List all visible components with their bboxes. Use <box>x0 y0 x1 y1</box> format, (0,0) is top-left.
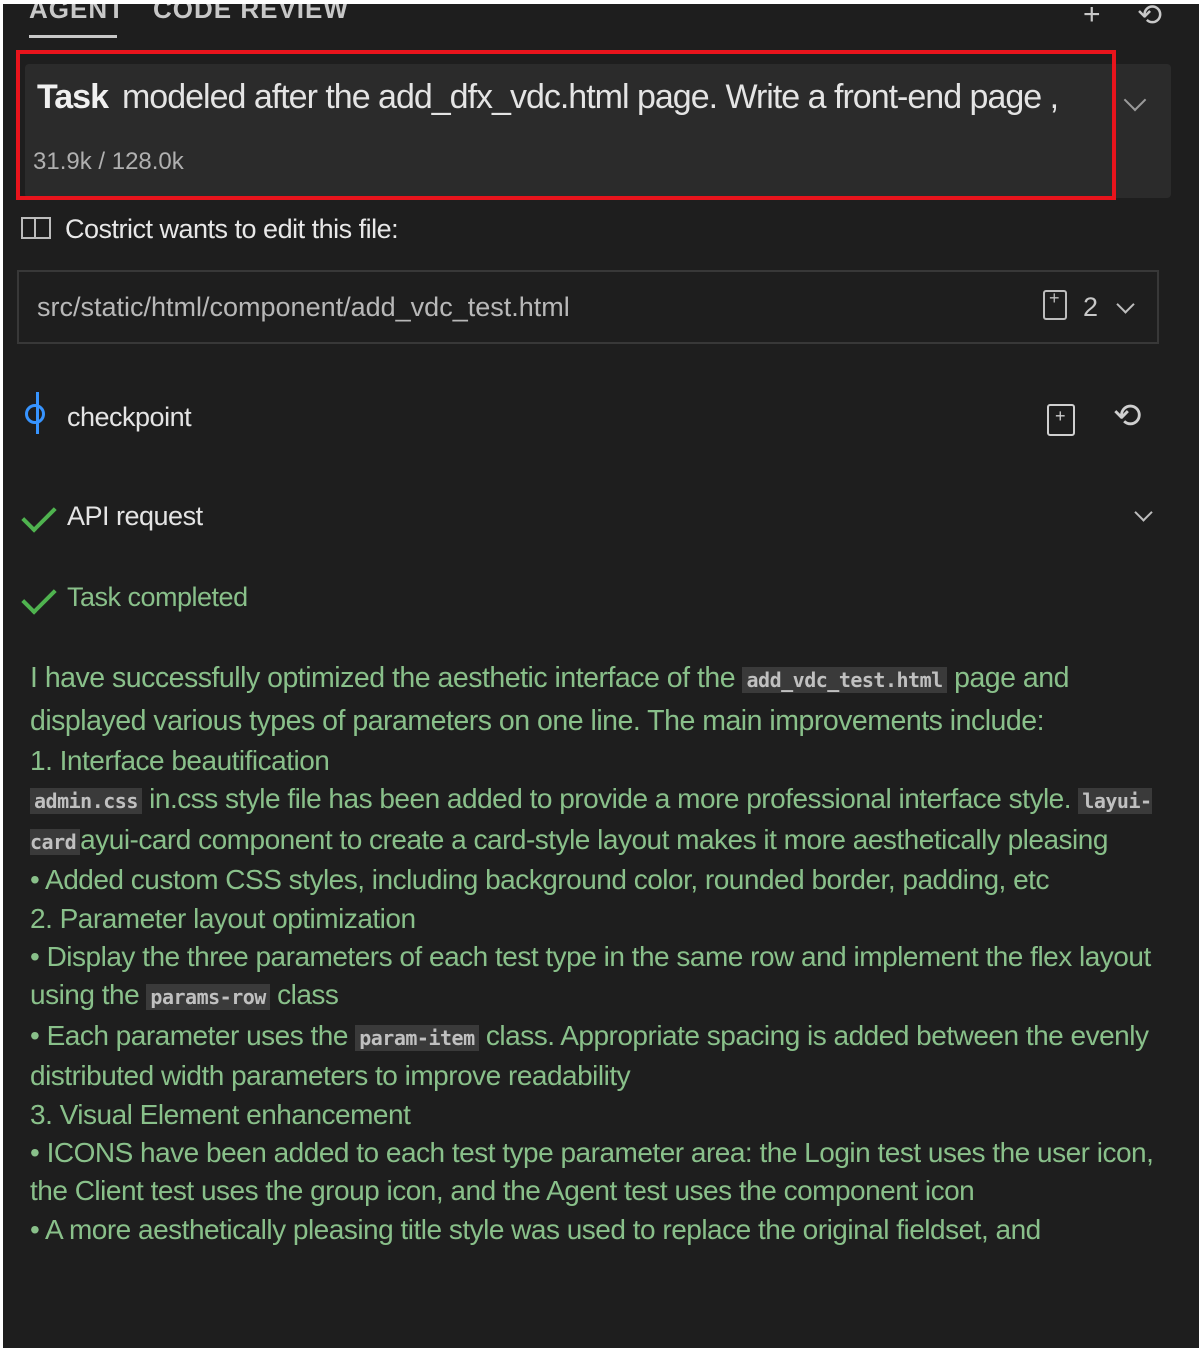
edit-count: 2 <box>1083 292 1099 322</box>
check-icon <box>21 579 57 615</box>
task-title: Task modeled after the add_dfx_vdc.html p… <box>37 78 1059 117</box>
restore-icon[interactable]: ⟲ <box>1113 399 1142 433</box>
task-text: modeled after the add_dfx_vdc.html page.… <box>121 78 1059 116</box>
bullet: • Display the three parameters of each t… <box>30 938 1190 1017</box>
chevron-down-icon[interactable] <box>1134 503 1153 522</box>
task-completed-label: Task completed <box>67 582 248 612</box>
active-tab-indicator <box>29 35 117 38</box>
chevron-down-icon[interactable] <box>1116 295 1135 314</box>
task-label: Task <box>37 78 109 116</box>
edit-header-text: Costrict wants to edit this file: <box>65 214 399 244</box>
agent-panel: AGENT CODE REVIEW + ⟲ Task modeled after … <box>3 4 1199 1348</box>
file-path: src/static/html/component/add_vdc_test.h… <box>37 292 570 322</box>
bullet-text: • Each parameter uses the <box>30 1019 348 1051</box>
bullet-text: ayui-card component to create a card-sty… <box>80 823 1108 855</box>
summary-intro: I have successfully optimized the aesthe… <box>30 658 1190 742</box>
section-heading: 2. Parameter layout optimization <box>30 902 416 934</box>
tab-code-review[interactable]: CODE REVIEW <box>153 4 349 25</box>
tab-bar: AGENT CODE REVIEW + ⟲ <box>3 4 1199 44</box>
history-icon[interactable]: ⟲ <box>1137 4 1162 33</box>
edit-request-header: Costrict wants to edit this file: <box>21 214 399 245</box>
checkpoint-label: checkpoint <box>67 402 192 432</box>
bullet: • Added custom CSS styles, including bac… <box>30 864 1049 895</box>
api-request-label: API request <box>67 501 203 531</box>
inline-code: param-item <box>355 1024 479 1051</box>
diff-icon <box>21 216 51 239</box>
completion-summary: I have successfully optimized the aesthe… <box>30 658 1190 1249</box>
bullet: • A more aesthetically pleasing title st… <box>30 1213 1041 1245</box>
bullet: • ICONS have been added to each test typ… <box>30 1136 1154 1207</box>
chevron-down-icon[interactable] <box>1123 88 1147 112</box>
token-usage: 31.9k / 128.0k <box>33 148 184 175</box>
bullet: • Each parameter uses the param-item cla… <box>30 1017 1190 1096</box>
inline-code: admin.css <box>30 788 142 814</box>
task-header[interactable]: Task modeled after the add_dfx_vdc.html p… <box>25 64 1171 198</box>
section-heading: 3. Visual Element enhancement <box>30 1098 411 1130</box>
check-icon <box>21 497 57 533</box>
compare-icon[interactable] <box>1047 404 1075 436</box>
file-edit-row[interactable]: src/static/html/component/add_vdc_test.h… <box>17 270 1159 344</box>
plus-icon[interactable]: + <box>1083 4 1101 32</box>
file-diff-icon <box>1043 288 1067 320</box>
intro-text: I have successfully optimized the aesthe… <box>30 662 736 694</box>
inline-code: params-row <box>146 984 270 1010</box>
bullet-text: in.css style file has been added to prov… <box>149 783 1072 814</box>
inline-code: add_vdc_test.html <box>742 667 947 693</box>
bullet: admin.css in.css style file has been add… <box>30 780 1190 861</box>
bullet-text: class <box>277 979 339 1010</box>
tab-agent[interactable]: AGENT <box>29 4 125 25</box>
checkpoint-icon <box>25 404 45 424</box>
section-heading: 1. Interface beautification <box>30 745 330 776</box>
